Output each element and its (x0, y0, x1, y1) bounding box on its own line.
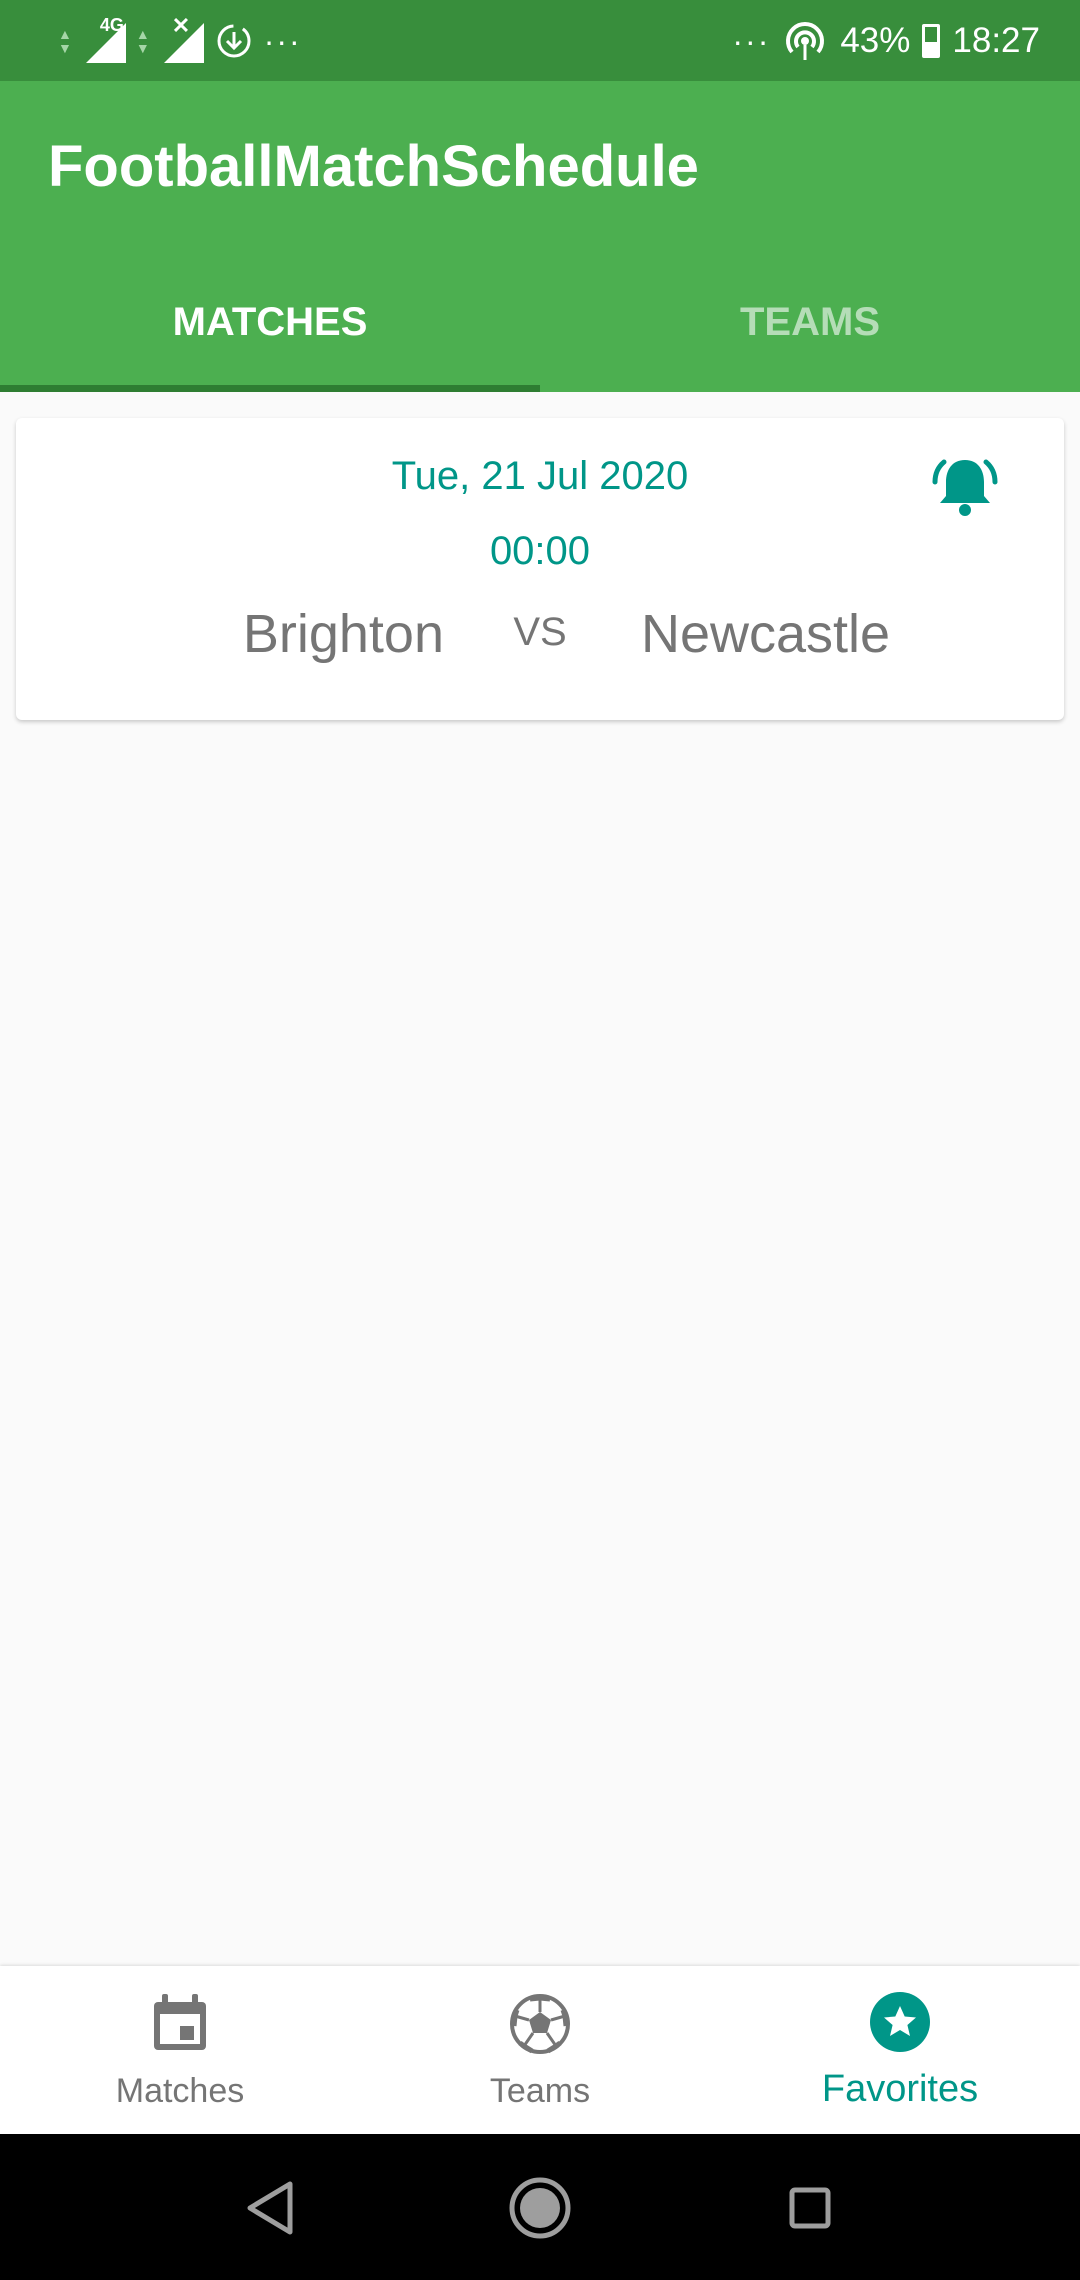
bottom-navigation: Matches Teams Favorites (0, 1966, 1080, 2134)
battery-percent: 43% (840, 21, 911, 60)
download-icon (217, 24, 251, 58)
nav-label-teams: Teams (489, 2072, 591, 2110)
network-type-label: 4G (99, 15, 124, 35)
nav-label-favorites: Favorites (821, 2068, 979, 2110)
soccer-ball-icon (510, 1994, 570, 2054)
nav-label-matches: Matches (115, 2072, 245, 2110)
data-activity-arrows-icon-2: ▲ ▼ (135, 26, 150, 56)
status-left-group: ▲ ▼ 4G ▲ ▼ ✕ ··· (58, 13, 302, 66)
tab-indicator (0, 385, 540, 392)
hotspot-icon (786, 22, 825, 60)
calendar-icon (154, 1994, 206, 2050)
tab-matches[interactable]: MATCHES (0, 252, 540, 392)
signal-no-service-icon: ✕ (160, 13, 204, 63)
recents-icon[interactable] (778, 2176, 842, 2240)
system-navigation-bar (0, 2134, 1080, 2280)
nav-item-teams[interactable]: Teams (360, 1966, 720, 2134)
status-right-group: ··· 43% 18:27 (732, 16, 1040, 66)
star-circle-icon (870, 1992, 930, 2052)
status-bar: ▲ ▼ 4G ▲ ▼ ✕ ··· ··· 43% 18:27 (0, 0, 1080, 81)
nav-item-favorites[interactable]: Favorites (720, 1966, 1080, 2134)
battery-icon (922, 24, 941, 58)
tab-bar: MATCHES TEAMS (0, 252, 1080, 392)
home-icon[interactable] (508, 2176, 572, 2240)
match-card[interactable]: Tue, 21 Jul 2020 00:00 Brighton VS Newca… (16, 418, 1064, 720)
tab-teams[interactable]: TEAMS (540, 252, 1080, 392)
vs-label: VS (513, 610, 567, 654)
match-date: Tue, 21 Jul 2020 (391, 454, 689, 498)
nav-item-matches[interactable]: Matches (0, 1966, 360, 2134)
status-overflow-left: ··· (263, 22, 302, 59)
clock: 18:27 (952, 21, 1040, 60)
app-bar: FootballMatchSchedule MATCHES TEAMS (0, 81, 1080, 392)
back-icon[interactable] (238, 2176, 302, 2240)
app-title: FootballMatchSchedule (48, 134, 699, 199)
away-team: Newcastle (641, 604, 891, 664)
match-time: 00:00 (489, 529, 591, 573)
signal-4g-icon: 4G (82, 15, 126, 63)
alarm-bell-icon[interactable] (930, 452, 1000, 522)
status-overflow-right: ··· (732, 22, 771, 59)
data-activity-arrows-icon: ▲ ▼ (58, 26, 72, 56)
